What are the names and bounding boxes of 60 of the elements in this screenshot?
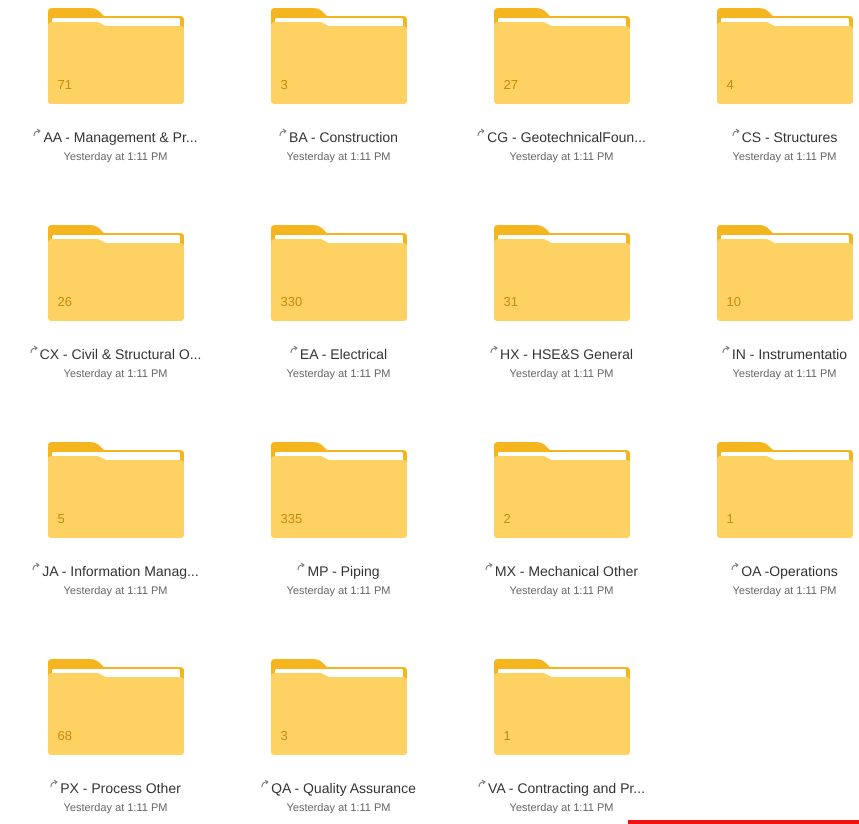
folder-name[interactable]: CS - Structures <box>742 128 838 146</box>
item-count: 10 <box>726 294 741 309</box>
folder-icon[interactable] <box>270 442 406 538</box>
folder-icon[interactable] <box>494 225 630 321</box>
folder-icon[interactable] <box>494 659 630 755</box>
modified-date: Yesterday at 1:11 PM <box>732 585 836 597</box>
folder-icon[interactable] <box>270 659 406 755</box>
folder-name[interactable]: AA - Management & Pr... <box>43 128 198 146</box>
item-count: 4 <box>726 77 734 92</box>
folder-name[interactable]: HX - HSE&S General <box>500 345 634 363</box>
folder-name[interactable]: MX - Mechanical Other <box>494 562 638 580</box>
item-count: 5 <box>58 511 65 526</box>
folder-icon[interactable] <box>270 225 406 321</box>
modified-date: Yesterday at 1:11 PM <box>286 802 390 814</box>
modified-date: Yesterday at 1:11 PM <box>64 368 168 380</box>
folder-name[interactable]: OA -Operations <box>741 562 838 580</box>
folder-icon[interactable] <box>48 442 184 538</box>
folder-icon[interactable] <box>48 225 184 321</box>
modified-date: Yesterday at 1:11 PM <box>510 802 614 814</box>
item-count: 1 <box>504 728 511 743</box>
item-count: 330 <box>280 294 302 309</box>
item-count: 27 <box>504 77 518 92</box>
modified-date: Yesterday at 1:11 PM <box>64 151 168 163</box>
modified-date: Yesterday at 1:11 PM <box>64 802 168 814</box>
modified-date: Yesterday at 1:11 PM <box>732 368 836 380</box>
folder-icon[interactable] <box>716 8 852 104</box>
folder-name[interactable]: BA - Construction <box>289 128 398 146</box>
item-count: 3 <box>280 77 288 92</box>
folder-icon[interactable] <box>48 8 184 104</box>
item-count: 1 <box>726 511 734 526</box>
folder-name[interactable]: MP - Piping <box>307 562 380 580</box>
item-count: 71 <box>58 77 72 92</box>
folder-name[interactable]: PX - Process Other <box>60 779 181 797</box>
folder-name[interactable]: CX - Civil & Structural O... <box>40 345 202 363</box>
modified-date: Yesterday at 1:11 PM <box>286 151 390 163</box>
modified-date: Yesterday at 1:11 PM <box>286 585 390 597</box>
modified-date: Yesterday at 1:11 PM <box>286 368 390 380</box>
folder-name[interactable]: EA - Electrical <box>300 345 388 363</box>
folder-name[interactable]: CG - GeotechnicalFoun... <box>487 128 646 146</box>
item-count: 2 <box>504 511 511 526</box>
item-count: 68 <box>58 728 72 743</box>
item-count: 3 <box>280 728 288 743</box>
folder-name[interactable]: VA - Contracting and Pr... <box>488 779 645 797</box>
folder-icon[interactable] <box>716 225 852 321</box>
item-count: 31 <box>504 294 518 309</box>
folder-name[interactable]: IN - Instrumentatio <box>732 345 848 363</box>
item-count: 335 <box>280 511 302 526</box>
folder-icon[interactable] <box>48 659 184 755</box>
item-count: 26 <box>58 294 72 309</box>
modified-date: Yesterday at 1:11 PM <box>510 151 614 163</box>
modified-date: Yesterday at 1:11 PM <box>732 151 836 163</box>
modified-date: Yesterday at 1:11 PM <box>64 585 168 597</box>
modified-date: Yesterday at 1:11 PM <box>510 585 614 597</box>
folder-icon[interactable] <box>716 442 852 538</box>
folder-icon[interactable] <box>494 8 630 104</box>
folder-icon[interactable] <box>270 8 406 104</box>
modified-date: Yesterday at 1:11 PM <box>510 368 614 380</box>
folder-name[interactable]: QA - Quality Assurance <box>271 779 416 797</box>
folder-icon[interactable] <box>494 442 630 538</box>
folder-name[interactable]: JA - Information Manag... <box>42 562 199 580</box>
